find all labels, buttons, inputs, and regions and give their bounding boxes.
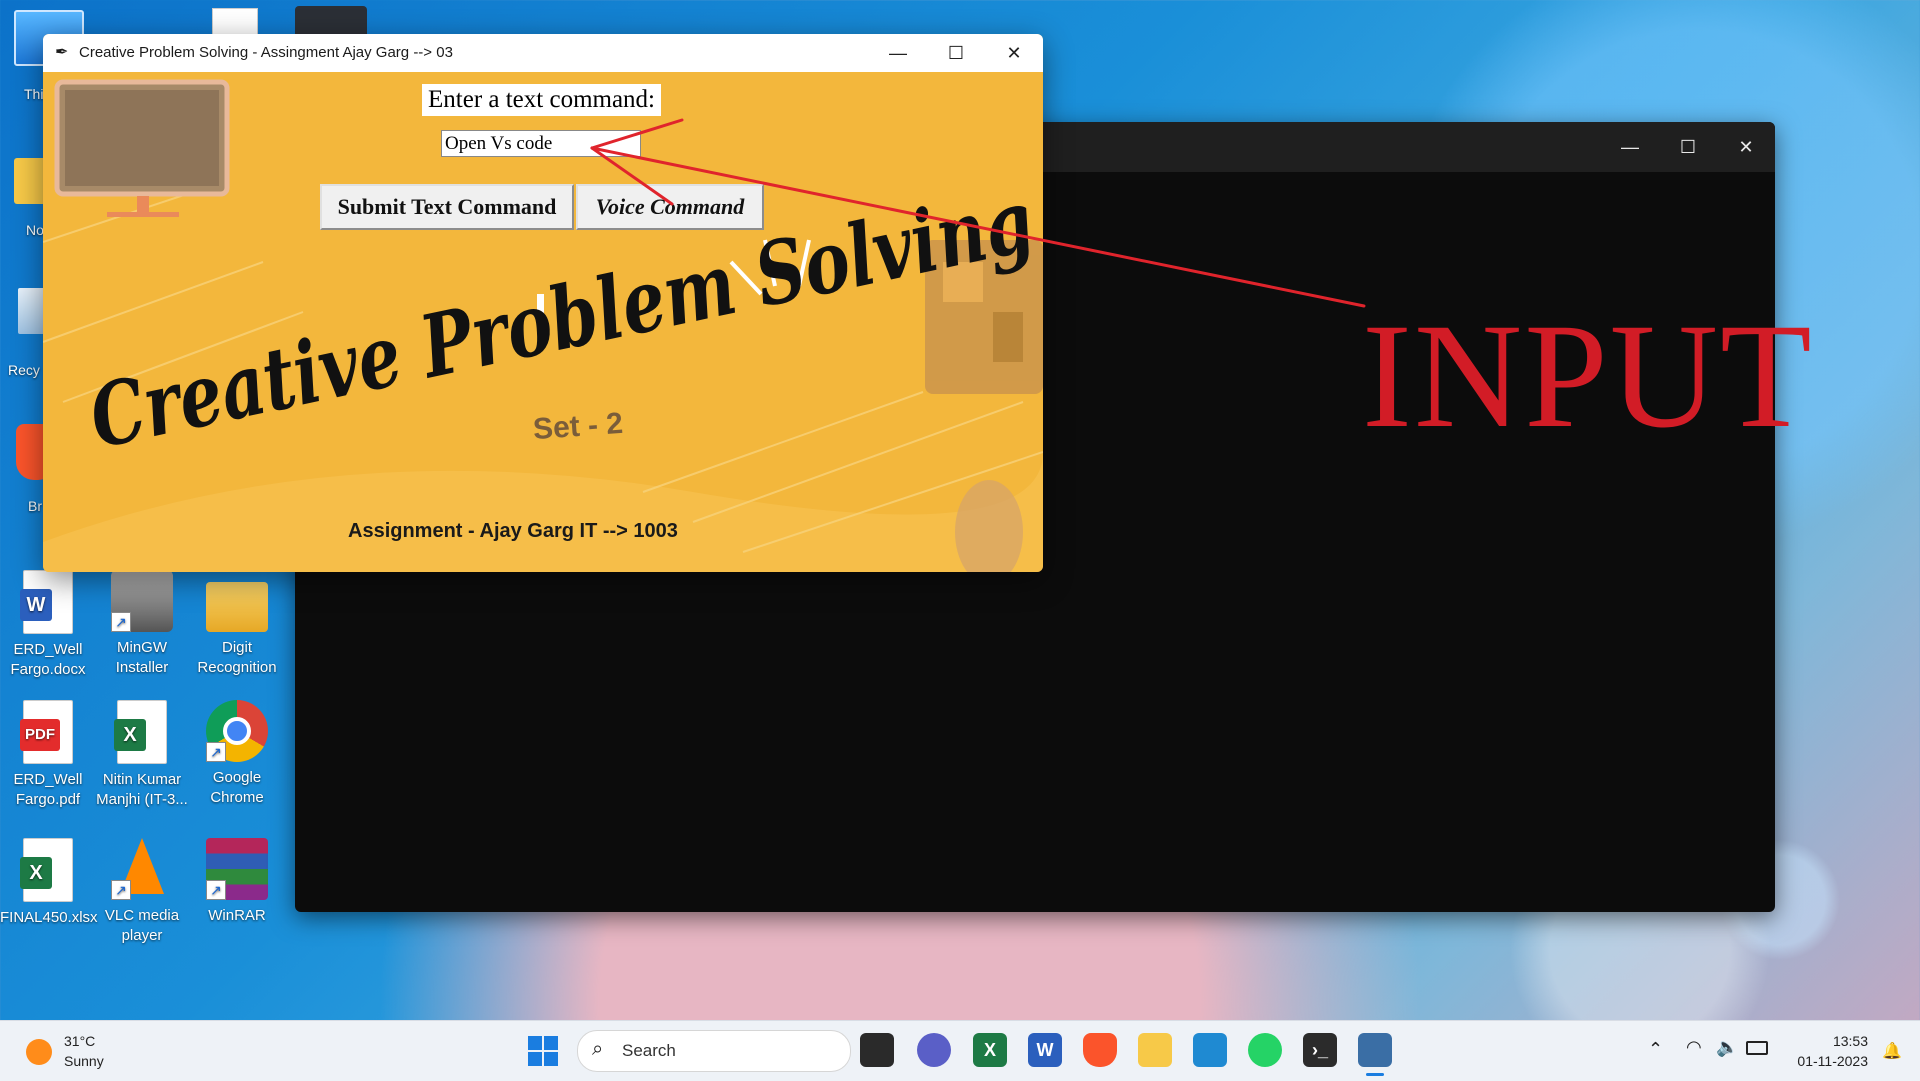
excel-badge-icon: X xyxy=(20,857,52,889)
submit-text-command-button[interactable]: Submit Text Command xyxy=(320,184,574,230)
weather-desc[interactable]: Sunny xyxy=(64,1053,104,1069)
desktop-icon-label: Recognition xyxy=(197,659,277,676)
desktop-icon-label: Manjhi (IT-3... xyxy=(96,791,188,808)
brave-icon[interactable] xyxy=(1083,1033,1117,1067)
minimize-icon[interactable]: — xyxy=(1601,122,1659,172)
desktop-icon-winrar[interactable]: ↗ WinRAR xyxy=(189,838,285,926)
terminal-icon[interactable]: ›_ xyxy=(1303,1033,1337,1067)
minimize-icon[interactable]: — xyxy=(869,34,927,72)
notification-bell-icon[interactable]: 🔔 xyxy=(1882,1041,1902,1061)
volume-icon[interactable]: 🔈 xyxy=(1716,1037,1738,1058)
clock-date[interactable]: 01-11-2023 xyxy=(1797,1053,1868,1069)
close-icon[interactable]: ✕ xyxy=(1717,122,1775,172)
word-badge-icon: W xyxy=(20,589,52,621)
command-input[interactable] xyxy=(441,130,641,157)
banner-subtitle: Set - 2 xyxy=(531,406,625,447)
python-tk-icon[interactable] xyxy=(1358,1033,1392,1067)
search-icon: ⌕ xyxy=(592,1038,604,1060)
battery-icon[interactable] xyxy=(1746,1041,1768,1055)
close-icon[interactable]: ✕ xyxy=(985,34,1043,72)
banner-footer: Assignment - Ajay Garg IT --> 1003 xyxy=(348,520,678,542)
shortcut-arrow-icon: ↗ xyxy=(206,742,226,762)
teams-icon[interactable] xyxy=(917,1033,951,1067)
desktop-icon-nitin-xlsx[interactable]: X Nitin Kumar Manjhi (IT-3... xyxy=(94,700,190,810)
desktop-icon-label: Digit xyxy=(221,639,252,656)
feather-icon: ✒ xyxy=(55,44,69,61)
shortcut-arrow-icon: ↗ xyxy=(111,612,131,632)
window-title: Creative Problem Solving - Assingment Aj… xyxy=(79,44,453,61)
desktop-icon-google-chrome[interactable]: ↗ Google Chrome xyxy=(189,700,285,808)
desktop-icon-erd-pdf[interactable]: PDF ERD_Well Fargo.pdf xyxy=(0,700,96,810)
desktop-icon-label: Google xyxy=(212,769,262,786)
taskbar: 31°C Sunny ⌕ Search X W ›_ ⌃ ◠ 🔈 13:53 0… xyxy=(0,1020,1920,1081)
active-app-indicator xyxy=(1366,1073,1384,1076)
excel-badge-icon: X xyxy=(114,719,146,751)
taskbar-search[interactable]: ⌕ Search xyxy=(577,1030,851,1072)
clock-time[interactable]: 13:53 xyxy=(1833,1033,1868,1049)
chevron-up-icon[interactable]: ⌃ xyxy=(1648,1039,1663,1060)
excel-doc-icon: X xyxy=(20,838,73,902)
winrar-icon: ↗ xyxy=(206,838,268,900)
chrome-icon: ↗ xyxy=(206,700,268,762)
desktop-icon-label: Installer xyxy=(115,659,169,676)
word-doc-icon: W xyxy=(20,570,73,634)
weather-temp[interactable]: 31°C xyxy=(64,1033,95,1049)
desktop-icon-label: VLC media xyxy=(104,907,180,924)
search-label: Search xyxy=(622,1041,676,1060)
voice-command-button[interactable]: Voice Command xyxy=(576,184,764,230)
maximize-icon[interactable]: ☐ xyxy=(927,34,985,72)
desktop-icon-label: WinRAR xyxy=(208,907,266,924)
shortcut-arrow-icon: ↗ xyxy=(206,880,226,900)
annotation-input-text: INPUT xyxy=(1362,293,1814,459)
pdf-icon: PDF xyxy=(20,700,73,764)
command-prompt-label: Enter a text command: xyxy=(422,84,662,116)
whatsapp-icon[interactable] xyxy=(1248,1033,1282,1067)
word-icon[interactable]: W xyxy=(1028,1033,1062,1067)
desktop-icon-mingw[interactable]: ↗ MinGW Installer xyxy=(94,570,190,678)
pdf-badge-icon: PDF xyxy=(20,719,60,751)
maximize-icon[interactable]: ☐ xyxy=(1659,122,1717,172)
sun-icon[interactable] xyxy=(26,1039,52,1065)
desktop-icon-label: Chrome xyxy=(210,789,264,806)
desktop-icon-label: Nitin Kumar xyxy=(102,771,182,788)
desktop-icon-erd-docx[interactable]: W ERD_Well Fargo.docx xyxy=(0,570,96,680)
folder-icon xyxy=(206,582,268,632)
app-title-bar[interactable]: ✒ Creative Problem Solving - Assingment … xyxy=(43,34,1043,72)
wifi-icon[interactable]: ◠ xyxy=(1686,1037,1702,1058)
desktop-icon-label: Fargo.pdf xyxy=(15,791,81,808)
windows-start-icon[interactable] xyxy=(528,1036,558,1066)
desktop-icon-label: player xyxy=(121,927,163,944)
desktop-icon-label: ERD_Well xyxy=(13,641,83,658)
excel-icon[interactable]: X xyxy=(973,1033,1007,1067)
task-view-icon[interactable] xyxy=(860,1033,894,1067)
desktop-icon-label: FINAL450.xlsx xyxy=(0,909,98,926)
vscode-icon[interactable] xyxy=(1193,1033,1227,1067)
desktop-icon-label: Fargo.docx xyxy=(10,661,86,678)
desktop-icon-digit-recognition[interactable]: Digit Recognition xyxy=(189,570,285,678)
desktop-icon-vlc[interactable]: ↗ VLC media player xyxy=(94,838,190,946)
desktop-icon-final450[interactable]: X FINAL450.xlsx xyxy=(0,838,98,928)
installer-icon: ↗ xyxy=(111,570,173,632)
desktop-icon-label: ERD_Well xyxy=(13,771,83,788)
excel-doc-icon: X xyxy=(114,700,167,764)
desktop-icon-label: MinGW xyxy=(117,639,167,656)
vlc-icon: ↗ xyxy=(111,838,173,900)
file-explorer-icon[interactable] xyxy=(1138,1033,1172,1067)
app-window[interactable]: ✒ Creative Problem Solving - Assingment … xyxy=(43,34,1043,572)
shortcut-arrow-icon: ↗ xyxy=(111,880,131,900)
